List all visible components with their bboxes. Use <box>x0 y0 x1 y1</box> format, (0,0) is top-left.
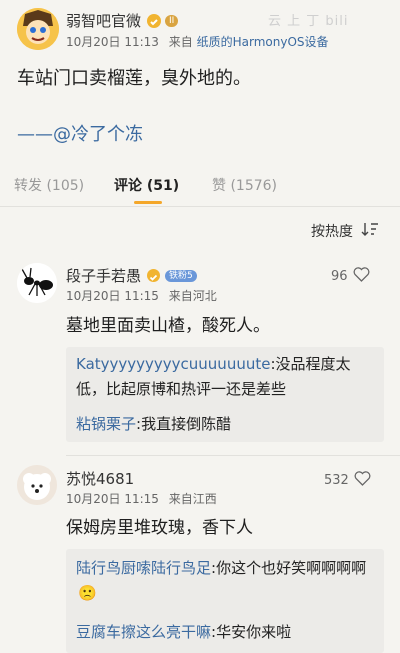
sad-face-emoji: 🙁 <box>78 584 97 602</box>
heart-icon <box>353 267 370 286</box>
sort-icon <box>361 221 379 241</box>
comment-like-count: 96 <box>331 269 348 284</box>
post-source-prefix: 来自 <box>168 35 193 49</box>
reply-text: :我直接倒陈醋 <box>136 415 232 433</box>
avatar-illustration <box>17 8 59 50</box>
tab-reposts[interactable]: 转发 (105) <box>14 175 114 195</box>
reply-item: 陆行鸟厨嗦陆行鸟足:你这个也好笑啊啊啊啊 🙁 <box>76 556 376 606</box>
dog-icon <box>17 465 57 505</box>
tabs-divider <box>0 206 400 207</box>
verified-gold-icon <box>147 269 161 282</box>
watermark: 云 上 丁 bili <box>268 14 349 29</box>
comment-source: 来自江西 <box>168 492 217 506</box>
reply-item: 豆腐车擦这么亮干嘛:华安你来啦 <box>76 620 376 645</box>
reply-text: :华安你来啦 <box>211 623 292 641</box>
comment-date: 10月20日 11:15 <box>66 289 159 303</box>
reply-item: Katyyyyyyyyycuuuuuuute:没品程度太低，比起原博和热评一还是… <box>76 352 376 402</box>
comment-author[interactable]: 苏悦4681 <box>66 470 134 488</box>
level-badge: II <box>165 14 179 27</box>
active-tab-indicator <box>134 201 162 204</box>
post-tabs: 转发 (105) 评论 (51) 赞 (1576) <box>14 175 394 204</box>
comment-avatar[interactable] <box>17 263 57 303</box>
reply-item: 粘锅栗子:我直接倒陈醋 <box>76 412 376 437</box>
comment-avatar[interactable] <box>17 465 57 505</box>
post-signature[interactable]: ——@冷了个冻 <box>17 122 143 148</box>
ant-icon <box>17 263 57 303</box>
comment-author[interactable]: 段子手若愚 <box>66 265 141 286</box>
comment-divider <box>66 455 400 456</box>
heart-icon <box>354 471 371 490</box>
comment-source: 来自河北 <box>168 289 217 303</box>
comment-like-count: 532 <box>324 473 349 488</box>
sort-label: 按热度 <box>311 224 353 240</box>
reply-user[interactable]: Katyyyyyyyyycuuuuuuute <box>76 355 270 373</box>
reply-user[interactable]: 豆腐车擦这么亮干嘛 <box>76 623 211 641</box>
post-date: 10月20日 11:13 <box>66 35 159 49</box>
verified-gold-icon <box>147 13 162 28</box>
comment-like-button[interactable]: 532 <box>324 471 371 490</box>
reply-box[interactable]: 陆行鸟厨嗦陆行鸟足:你这个也好笑啊啊啊啊 🙁 豆腐车擦这么亮干嘛:华安你来啦 <box>66 549 384 653</box>
comment-like-button[interactable]: 96 <box>331 267 370 286</box>
fan-badge: 铁粉5 <box>165 269 197 282</box>
reply-user[interactable]: 粘锅栗子 <box>76 415 136 433</box>
reply-user[interactable]: 陆行鸟厨嗦陆行鸟足 <box>76 559 211 577</box>
comment-text: 保姆房里堆玫瑰，香下人 <box>66 518 253 538</box>
post-author-avatar[interactable] <box>17 8 59 50</box>
post-source-device[interactable]: 纸质的HarmonyOS设备 <box>197 35 329 49</box>
comment-date: 10月20日 11:15 <box>66 492 159 506</box>
post-author-name[interactable]: 弱智吧官微 <box>66 10 141 31</box>
comment-text: 墓地里面卖山楂，酸死人。 <box>66 316 270 336</box>
tab-comments[interactable]: 评论 (51) <box>114 175 212 204</box>
post-text: 车站门口卖榴莲，臭外地的。 <box>17 68 251 89</box>
reply-box[interactable]: Katyyyyyyyyycuuuuuuute:没品程度太低，比起原博和热评一还是… <box>66 347 384 442</box>
tab-likes[interactable]: 赞 (1576) <box>212 175 312 195</box>
reply-text: :你这个也好笑啊啊啊啊 <box>211 559 367 577</box>
sort-control[interactable]: 按热度 <box>311 221 379 241</box>
